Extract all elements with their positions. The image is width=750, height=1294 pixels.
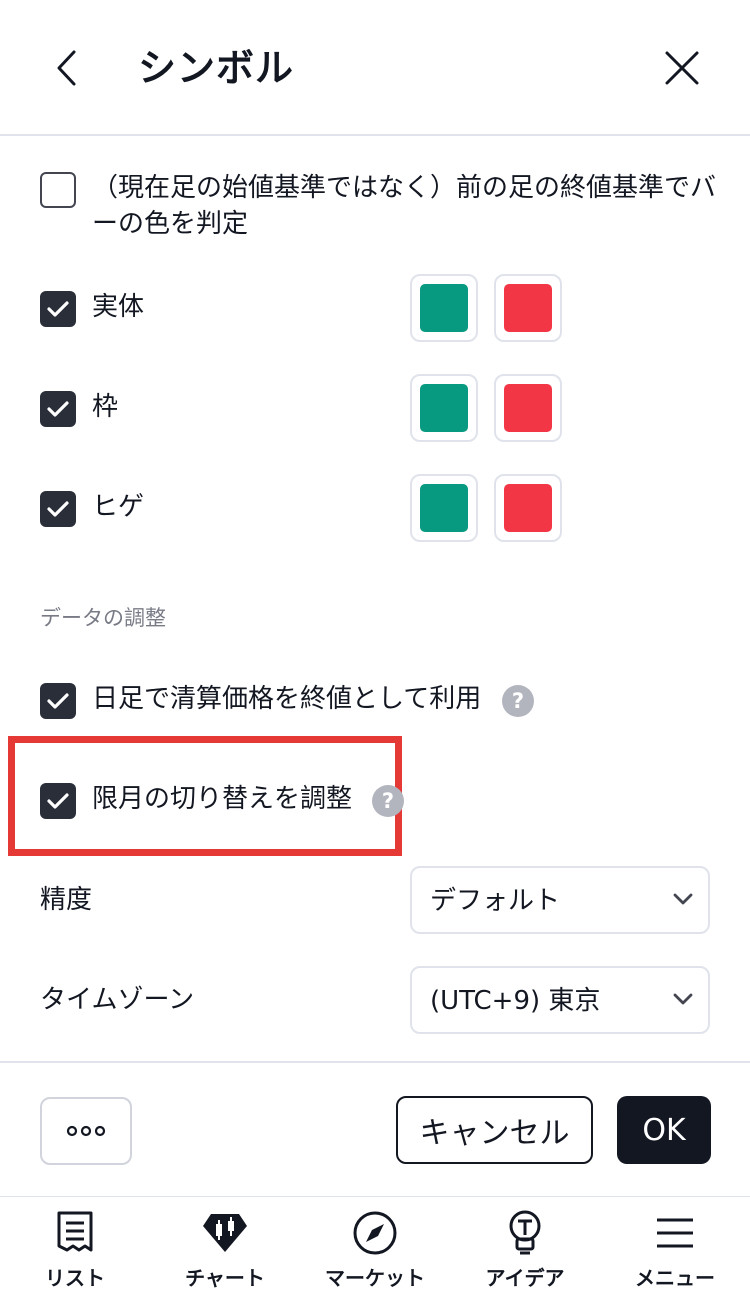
cancel-button[interactable]: キャンセル <box>396 1096 593 1164</box>
tab-chart-label: チャート <box>185 1266 265 1290</box>
settlement-label: 日足で清算価格を終値として利用 <box>92 684 482 714</box>
wick-label: ヒゲ <box>92 492 145 522</box>
prev-close-label: （現在足の始値基準ではなく）前の足の終値基準でバーの色を判定 <box>92 173 717 239</box>
color-fill <box>420 284 468 332</box>
tab-ideas[interactable]: アイデア <box>450 1197 600 1294</box>
wick-up-color-swatch[interactable] <box>410 474 478 542</box>
check-icon <box>47 793 69 809</box>
dialog-header: シンボル <box>0 0 750 136</box>
color-fill <box>504 484 552 532</box>
contract-roll-checkbox[interactable] <box>40 783 76 819</box>
menu-icon <box>651 1209 699 1257</box>
precision-value: デフォルト <box>430 886 561 916</box>
chevron-down-icon <box>673 893 693 905</box>
timezone-select[interactable]: (UTC+9) 東京 <box>410 966 710 1034</box>
contract-roll-help-icon[interactable]: ? <box>372 785 404 817</box>
body-down-color-swatch[interactable] <box>494 274 562 342</box>
chevron-left-icon <box>57 50 76 86</box>
back-button[interactable] <box>44 44 88 92</box>
more-dots-icon <box>66 1125 106 1137</box>
chevron-down-icon <box>673 993 693 1005</box>
tab-menu[interactable]: メニュー <box>600 1197 750 1294</box>
close-icon <box>665 51 699 85</box>
bottom-tab-bar: リスト チャート マーケット アイデア メニュー <box>0 1196 750 1294</box>
body-label: 実体 <box>92 292 145 322</box>
tab-menu-label: メニュー <box>635 1266 715 1290</box>
data-adjust-section-title: データの調整 <box>40 606 166 630</box>
precision-label: 精度 <box>40 885 93 915</box>
tab-list[interactable]: リスト <box>0 1197 150 1294</box>
check-icon <box>47 301 69 317</box>
lightbulb-icon <box>501 1209 549 1257</box>
borders-label: 枠 <box>92 392 119 422</box>
timezone-value: (UTC+9) 東京 <box>430 986 601 1016</box>
more-button[interactable] <box>40 1097 132 1165</box>
color-fill <box>504 384 552 432</box>
list-icon <box>51 1209 99 1257</box>
settlement-checkbox[interactable] <box>40 683 76 719</box>
timezone-label: タイムゾーン <box>40 985 195 1015</box>
wick-down-color-swatch[interactable] <box>494 474 562 542</box>
ok-button[interactable]: OK <box>617 1096 711 1164</box>
color-fill <box>420 484 468 532</box>
tab-market-label: マーケット <box>325 1266 425 1290</box>
compass-icon <box>351 1209 399 1257</box>
body-up-color-swatch[interactable] <box>410 274 478 342</box>
check-icon <box>47 401 69 417</box>
borders-up-color-swatch[interactable] <box>410 374 478 442</box>
borders-down-color-swatch[interactable] <box>494 374 562 442</box>
color-fill <box>504 284 552 332</box>
tab-ideas-label: アイデア <box>485 1266 565 1290</box>
color-fill <box>420 384 468 432</box>
body-checkbox[interactable] <box>40 291 76 327</box>
contract-roll-label: 限月の切り替えを調整 <box>92 784 353 814</box>
precision-select[interactable]: デフォルト <box>410 866 710 934</box>
check-icon <box>47 501 69 517</box>
tab-list-label: リスト <box>45 1266 105 1290</box>
footer-divider <box>0 1061 750 1063</box>
tab-chart[interactable]: チャート <box>150 1197 300 1294</box>
dialog-title: シンボル <box>138 46 295 90</box>
wick-checkbox[interactable] <box>40 491 76 527</box>
borders-checkbox[interactable] <box>40 391 76 427</box>
chart-icon <box>201 1209 249 1257</box>
prev-close-checkbox[interactable] <box>40 172 76 208</box>
check-icon <box>47 693 69 709</box>
close-button[interactable] <box>656 44 708 92</box>
settlement-help-icon[interactable]: ? <box>502 685 534 717</box>
tab-market[interactable]: マーケット <box>300 1197 450 1294</box>
